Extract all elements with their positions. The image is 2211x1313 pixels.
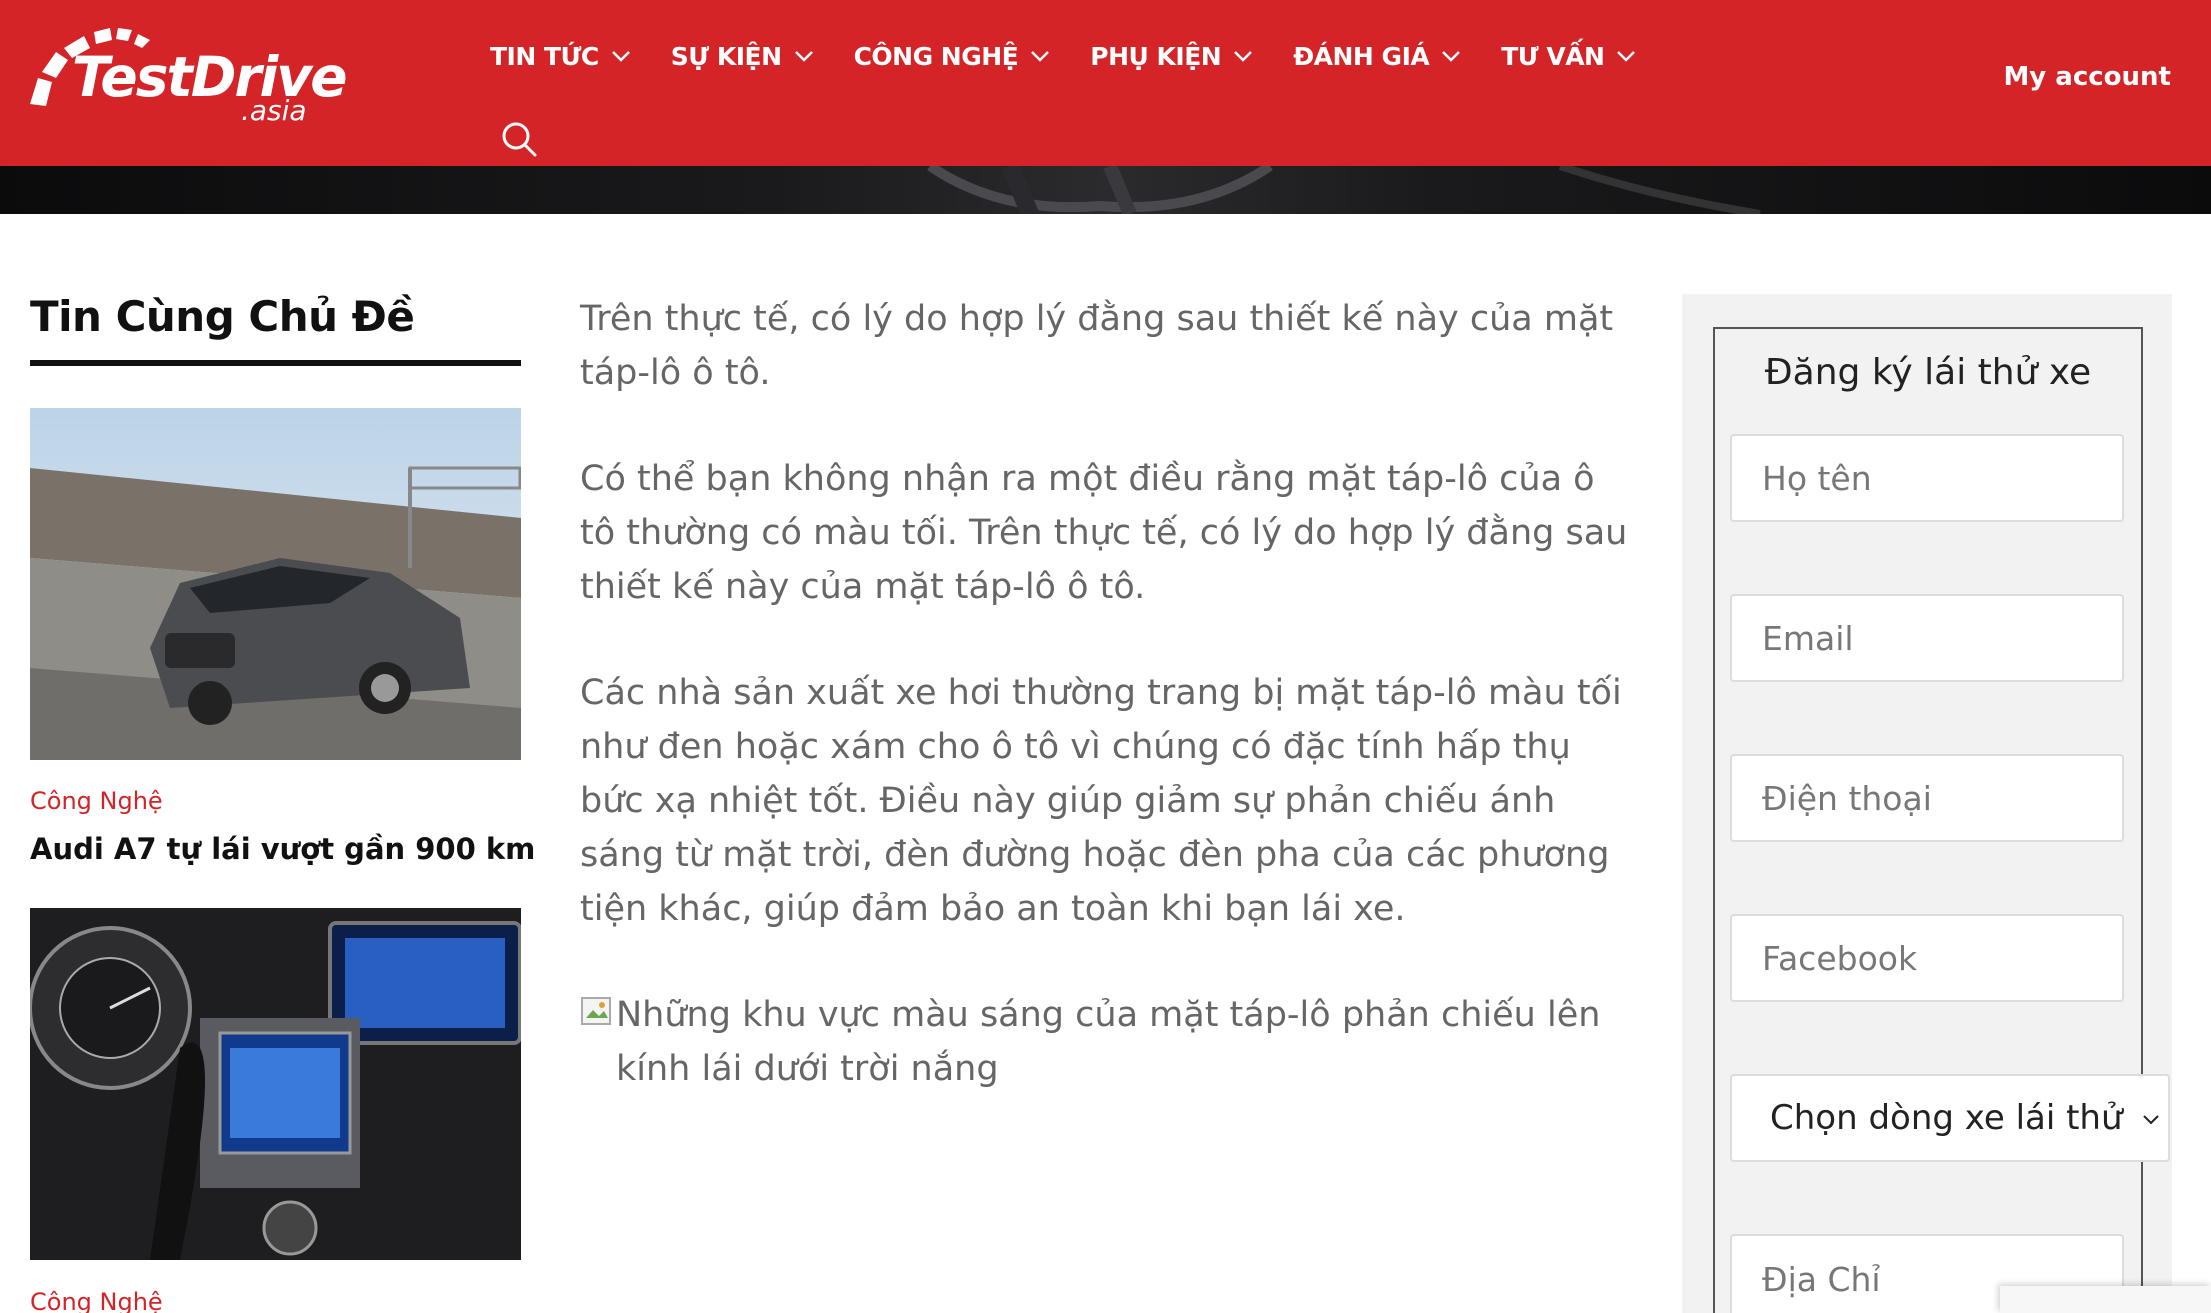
floating-widget-edge bbox=[2000, 1286, 2211, 1313]
nav-item-tu-van[interactable]: TƯ VẤN bbox=[1501, 36, 1636, 76]
chevron-down-icon bbox=[2143, 1115, 2159, 1125]
post-thumbnail-audi[interactable] bbox=[30, 408, 521, 760]
title-divider bbox=[30, 360, 521, 366]
nav-item-phu-kien[interactable]: PHỤ KIỆN bbox=[1090, 36, 1253, 76]
logo-subtext: .asia bbox=[241, 94, 307, 127]
post-title[interactable]: Audi A7 tự lái vượt gần 900 km bbox=[30, 832, 535, 866]
post-thumbnail-dashboard[interactable] bbox=[30, 908, 521, 1260]
main-nav: TIN TỨC SỰ KIỆN CÔNG NGHỆ PHỤ KIỆN ĐÁNH … bbox=[490, 36, 1676, 76]
post-category[interactable]: Công Nghệ bbox=[30, 787, 163, 815]
car-model-select-value: Chọn dòng xe lái thử bbox=[1770, 1098, 2123, 1138]
email-field[interactable] bbox=[1730, 594, 2124, 682]
nav-item-cong-nghe[interactable]: CÔNG NGHỆ bbox=[854, 36, 1051, 76]
chevron-down-icon bbox=[1031, 51, 1050, 62]
car-model-select[interactable]: Chọn dòng xe lái thử bbox=[1730, 1074, 2170, 1162]
article-image-broken: Những khu vực màu sáng của mặt táp-lô ph… bbox=[580, 988, 1630, 1096]
form-title: Đăng ký lái thử xe bbox=[1764, 352, 2092, 393]
chevron-down-icon bbox=[794, 51, 813, 62]
chevron-down-icon bbox=[1617, 51, 1636, 62]
facebook-field[interactable] bbox=[1730, 914, 2124, 1002]
article-paragraph: Trên thực tế, có lý do hợp lý đằng sau t… bbox=[580, 299, 1614, 393]
name-field[interactable] bbox=[1730, 434, 2124, 522]
article-paragraph: Có thể bạn không nhận ra một điều rằng m… bbox=[580, 459, 1628, 607]
nav-item-label: ĐÁNH GIÁ bbox=[1293, 41, 1430, 71]
my-account-link[interactable]: My account bbox=[2003, 62, 2171, 92]
chevron-down-icon bbox=[1442, 51, 1461, 62]
site-logo[interactable]: TestDrive .asia bbox=[28, 26, 348, 134]
nav-item-label: CÔNG NGHỆ bbox=[853, 41, 1019, 71]
search-icon[interactable] bbox=[500, 120, 538, 158]
email-input[interactable] bbox=[1762, 618, 2102, 658]
hero-image bbox=[0, 166, 2211, 214]
facebook-input[interactable] bbox=[1762, 938, 2102, 978]
nav-item-label: PHỤ KIỆN bbox=[1090, 41, 1222, 71]
chevron-down-icon bbox=[1234, 51, 1253, 62]
article-body: Trên thực tế, có lý do hợp lý đằng sau t… bbox=[580, 292, 1630, 1148]
related-posts-title: Tin Cùng Chủ Đề bbox=[30, 292, 415, 341]
article-image-alt: Những khu vực màu sáng của mặt táp-lô ph… bbox=[616, 995, 1601, 1089]
steering-wheel-image bbox=[927, 166, 1761, 214]
name-input[interactable] bbox=[1762, 458, 2102, 498]
broken-image-icon bbox=[581, 997, 611, 1025]
phone-field[interactable] bbox=[1730, 754, 2124, 842]
chevron-down-icon bbox=[611, 51, 630, 62]
nav-item-tin-tuc[interactable]: TIN TỨC bbox=[490, 36, 631, 76]
nav-item-label: SỰ KIỆN bbox=[670, 41, 782, 71]
article-paragraph: Các nhà sản xuất xe hơi thường trang bị … bbox=[580, 673, 1622, 929]
nav-item-label: TƯ VẤN bbox=[1501, 41, 1605, 71]
nav-item-su-kien[interactable]: SỰ KIỆN bbox=[671, 36, 814, 76]
site-header: TestDrive .asia TIN TỨC SỰ KIỆN CÔNG NGH… bbox=[0, 0, 2211, 166]
phone-input[interactable] bbox=[1762, 778, 2102, 818]
post-category[interactable]: Công Nghệ bbox=[30, 1288, 163, 1313]
nav-item-danh-gia[interactable]: ĐÁNH GIÁ bbox=[1293, 36, 1461, 76]
nav-item-label: TIN TỨC bbox=[490, 41, 599, 71]
